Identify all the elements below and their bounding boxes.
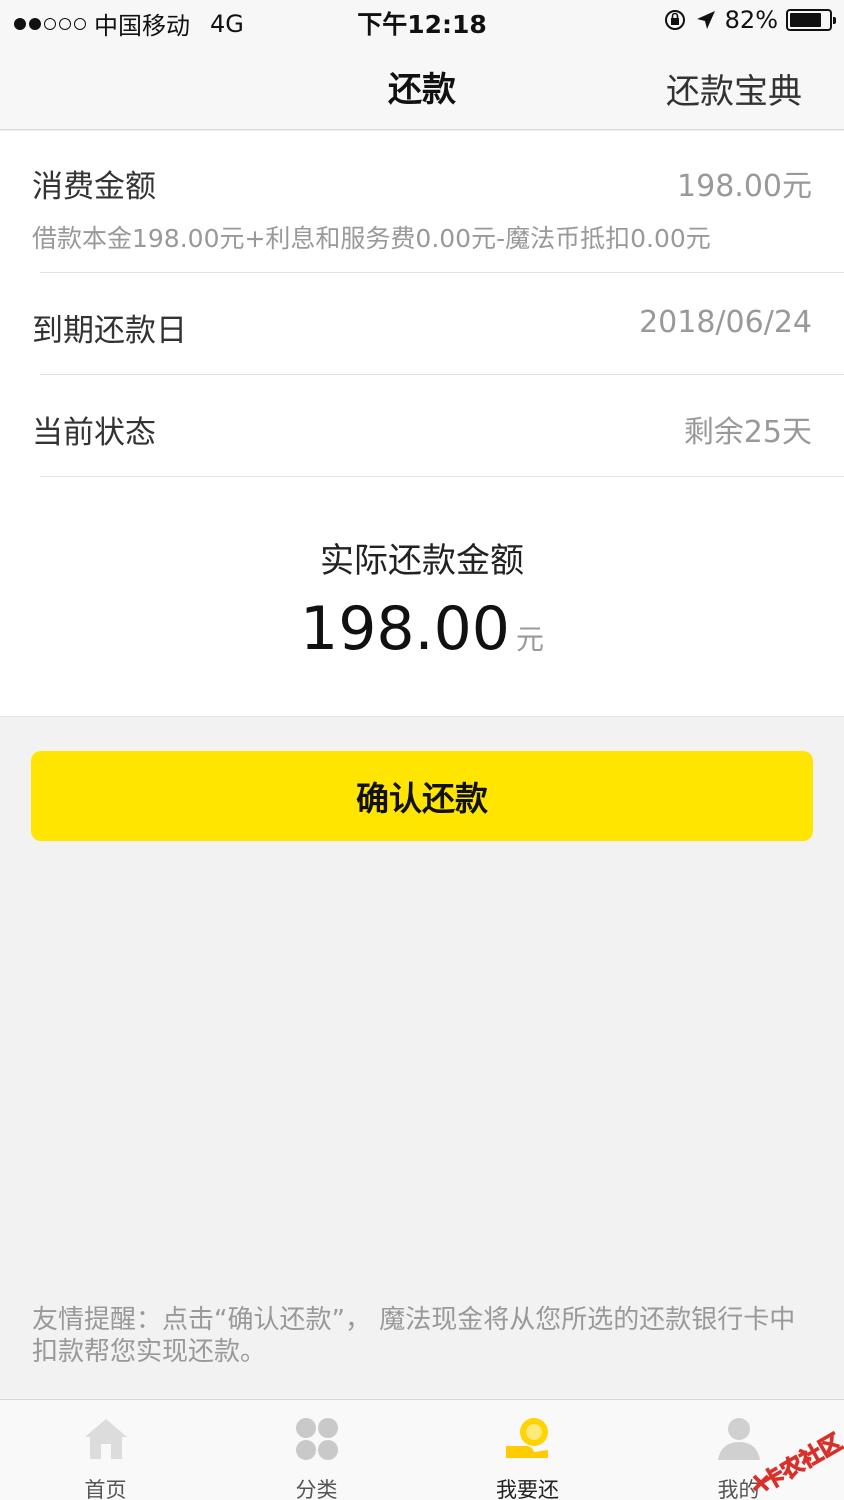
home-icon	[84, 1419, 127, 1459]
status-bar: 中国移动 4G 下午12:18 82%	[0, 0, 844, 42]
battery-icon	[786, 9, 836, 31]
tab-label: 分类	[295, 1478, 338, 1500]
watermark-stamp: 卡农社区	[752, 1428, 844, 1496]
tab-label: 我要还	[496, 1478, 559, 1500]
reminder-text: 友情提醒：点击“确认还款”， 魔法现金将从您所选的还款银行卡中扣款帮您实现还款。	[32, 1305, 796, 1367]
tab-category[interactable]: 分类	[211, 1400, 422, 1500]
status-label: 当前状态	[32, 415, 156, 451]
status-value: 剩余25天	[683, 415, 812, 450]
tab-repay[interactable]: 我要还	[422, 1400, 633, 1500]
repay-guide-link[interactable]: 还款宝典	[666, 64, 802, 113]
category-icon	[295, 1418, 338, 1460]
navigation-bar: 还款 还款宝典	[0, 42, 844, 130]
amount-breakdown: 借款本金198.00元+利息和服务费0.00元-魔法币抵扣0.00元	[32, 224, 711, 253]
divider	[40, 476, 844, 477]
location-arrow-icon	[696, 11, 715, 29]
bill-info-card: 消费金额 198.00元 借款本金198.00元+利息和服务费0.00元-魔法币…	[0, 131, 844, 717]
due-date-value: 2018/06/24	[639, 305, 812, 340]
actual-amount-label: 实际还款金额	[320, 541, 524, 581]
confirm-repay-button[interactable]: 确认还款	[31, 751, 813, 841]
svg-text:卡农社区: 卡农社区	[757, 1429, 844, 1496]
repay-coin-icon	[505, 1418, 548, 1458]
divider	[40, 272, 844, 273]
actual-amount: 198.00 元	[0, 594, 844, 664]
actual-amount-number: 198.00	[300, 594, 510, 664]
due-date-label: 到期还款日	[32, 313, 187, 349]
actual-amount-unit: 元	[515, 623, 544, 656]
amount-value: 198.00元	[677, 169, 812, 204]
battery-percent: 82%	[724, 6, 778, 34]
divider	[40, 374, 844, 375]
tab-label: 首页	[84, 1478, 127, 1500]
status-right: 82%	[663, 6, 836, 34]
tab-bar: 首页 分类 我要还 我的	[0, 1399, 844, 1500]
rotation-lock-icon	[664, 10, 685, 30]
tab-home[interactable]: 首页	[0, 1400, 211, 1500]
amount-label: 消费金额	[32, 169, 156, 205]
